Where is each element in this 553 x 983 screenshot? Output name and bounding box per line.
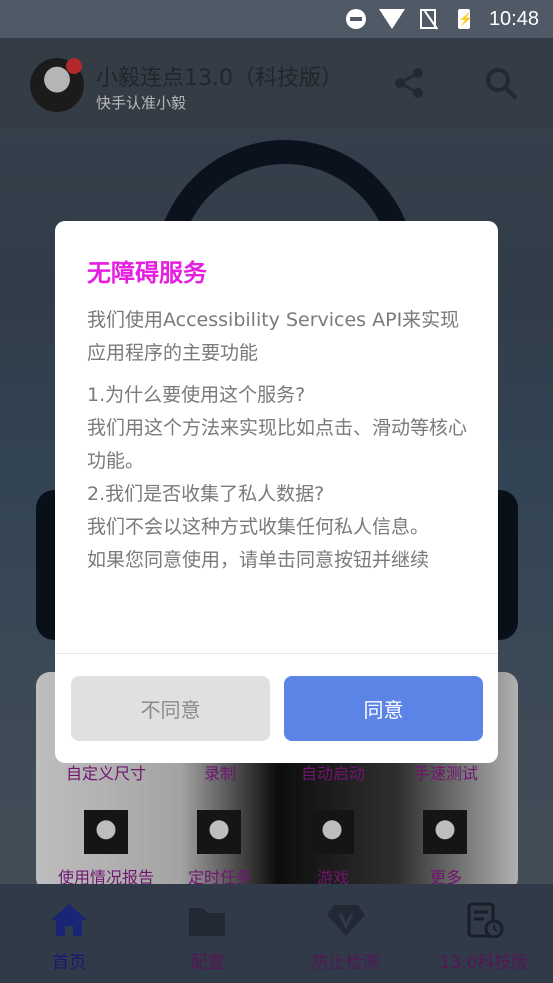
wifi-icon [378,8,405,30]
question-2: 2.我们是否收集了私人数据? [87,483,325,505]
answer-1: 我们用这个方法来实现比如点击、滑动等核心功能。 [87,417,468,472]
consent-text: 如果您同意使用，请单击同意按钮并继续 [87,549,430,571]
dialog-body: 1.为什么要使用这个服务? 我们用这个方法来实现比如点击、滑动等核心功能。 2.… [87,379,467,577]
question-1: 1.为什么要使用这个服务? [87,384,306,406]
disagree-button[interactable]: 不同意 [71,676,270,741]
accessibility-service-dialog: 无障碍服务 我们使用Accessibility Services API来实现应… [55,221,498,763]
battery-charging-icon [453,8,475,30]
status-time: 10:48 [488,7,539,30]
do-not-disturb-icon [345,8,367,30]
status-bar: 10:48 [0,0,553,38]
answer-2: 我们不会以这种方式收集任何私人信息。 [87,516,430,538]
dialog-title: 无障碍服务 [87,259,207,287]
divider [55,653,498,654]
dialog-intro: 我们使用Accessibility Services API来实现应用程序的主要… [87,309,460,364]
agree-button[interactable]: 同意 [284,676,483,741]
no-sim-icon [417,8,439,30]
